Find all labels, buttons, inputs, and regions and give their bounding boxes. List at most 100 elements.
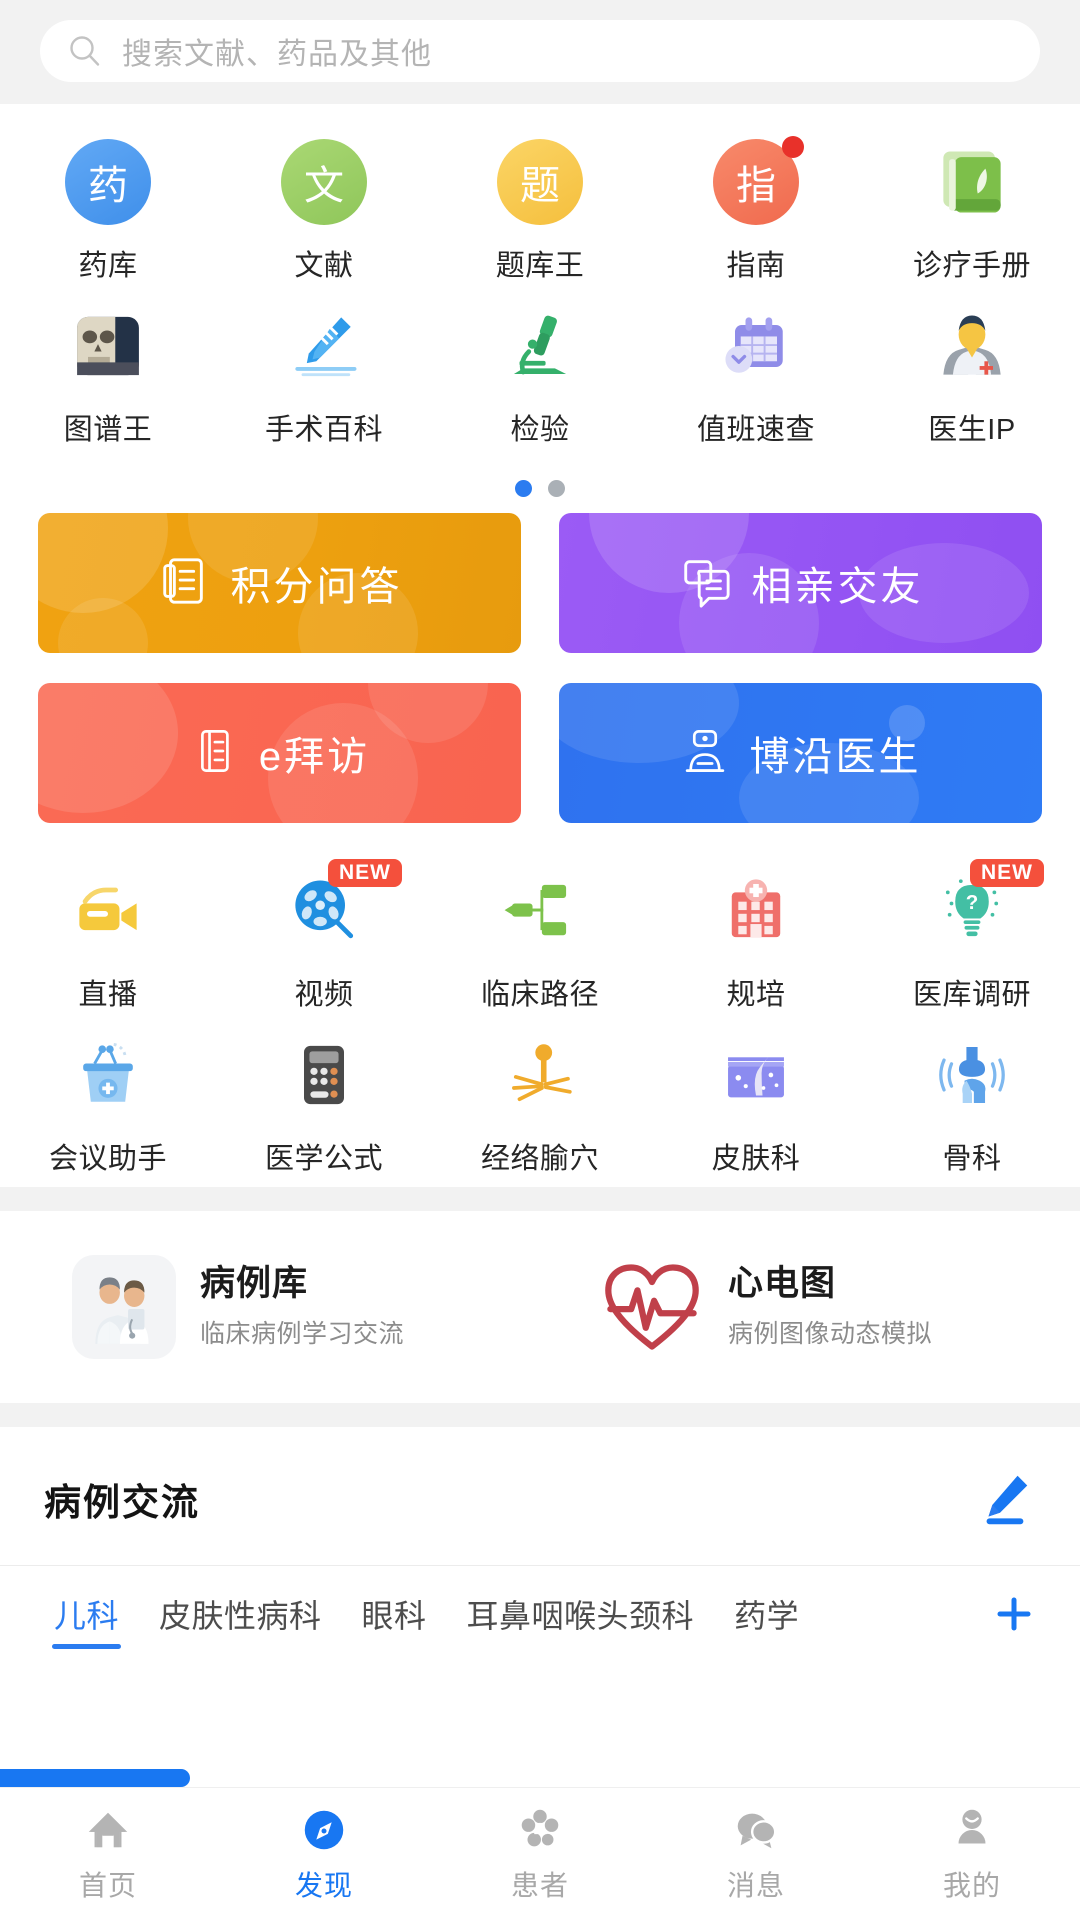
tabbar-label: 患者 bbox=[510, 1870, 569, 1901]
grid-item-label: 医学公式 bbox=[264, 1143, 383, 1175]
patients-icon bbox=[514, 1804, 566, 1856]
tab-ophthalmology[interactable]: 眼科 bbox=[342, 1566, 447, 1661]
tabbar-item-messages[interactable]: 消息 bbox=[648, 1804, 864, 1904]
microscope-icon bbox=[496, 302, 584, 390]
grid-item-meeting-assistant[interactable]: 会议助手 bbox=[0, 1023, 216, 1187]
grid-item-clinical-manual[interactable]: 诊疗手册 bbox=[864, 130, 1080, 294]
grid-item-label: 图谱王 bbox=[63, 414, 153, 446]
svg-text:?: ? bbox=[966, 891, 979, 914]
grid-item-label: 规培 bbox=[726, 979, 786, 1011]
grid-item-guidelines[interactable]: 指 指南 bbox=[648, 130, 864, 294]
section-divider-2 bbox=[0, 1403, 1080, 1427]
banner-label: 博沿医生 bbox=[749, 735, 922, 779]
tools-grid-row-1: 直播 NEW 视频 临床路径 规培 ? NEW 医库调研 bbox=[0, 859, 1080, 1023]
home-icon bbox=[82, 1804, 134, 1856]
grid-item-video[interactable]: NEW 视频 bbox=[216, 859, 432, 1023]
calculator-icon bbox=[280, 1031, 368, 1119]
tabbar-label: 我的 bbox=[942, 1870, 1001, 1901]
feature-subtitle: 病例图像动态模拟 bbox=[728, 1319, 933, 1348]
compass-icon bbox=[298, 1804, 350, 1856]
tab-ent-head-neck[interactable]: 耳鼻咽喉头颈科 bbox=[447, 1566, 715, 1661]
icon-glyph: 题 bbox=[520, 164, 560, 208]
message-icon bbox=[730, 1804, 782, 1856]
banner-points-qa[interactable]: 积分问答 bbox=[38, 513, 521, 653]
joint-bone-icon bbox=[928, 1031, 1016, 1119]
feature-text: 心电图 病例图像动态模拟 bbox=[728, 1264, 932, 1349]
tabbar-item-profile[interactable]: 我的 bbox=[864, 1804, 1080, 1904]
progress-fill bbox=[0, 1769, 190, 1787]
tabbar-item-home[interactable]: 首页 bbox=[0, 1804, 216, 1904]
grid-item-label: 经络腧穴 bbox=[480, 1143, 599, 1175]
chat-card-icon bbox=[678, 554, 732, 613]
circle-letter-icon: 药 bbox=[64, 138, 152, 226]
grid-item-label: 检验 bbox=[510, 414, 570, 446]
search-input[interactable]: 搜索文献、药品及其他 bbox=[40, 20, 1040, 82]
pencil-icon[interactable] bbox=[972, 1467, 1036, 1531]
tabbar-label: 首页 bbox=[78, 1870, 137, 1901]
skin-layer-icon bbox=[712, 1031, 800, 1119]
notification-dot-badge bbox=[782, 136, 804, 158]
grid-item-label: 直播 bbox=[78, 979, 138, 1011]
grid-item-medical-formula[interactable]: 医学公式 bbox=[216, 1023, 432, 1187]
search-bar-container: 搜索文献、药品及其他 bbox=[0, 0, 1080, 104]
grid-item-orthopedics[interactable]: 骨科 bbox=[864, 1023, 1080, 1187]
tools-grid-row-2: 会议助手 医学公式 经络腧穴 皮肤科 骨科 bbox=[0, 1023, 1080, 1187]
grid-item-acupoints[interactable]: 经络腧穴 bbox=[432, 1023, 648, 1187]
banner-matchmaking[interactable]: 相亲交友 bbox=[559, 513, 1042, 653]
grid-item-survey[interactable]: ? NEW 医库调研 bbox=[864, 859, 1080, 1023]
page-dot-2[interactable] bbox=[548, 480, 565, 497]
grid-item-clinical-pathway[interactable]: 临床路径 bbox=[432, 859, 648, 1023]
doctor-badge-icon bbox=[680, 726, 730, 781]
grid-item-surgery-encyclopedia[interactable]: 手术百科 bbox=[216, 294, 432, 458]
plus-icon[interactable] bbox=[992, 1592, 1050, 1636]
grid-item-residency-training[interactable]: 规培 bbox=[648, 859, 864, 1023]
feature-subtitle: 临床病例学习交流 bbox=[200, 1319, 405, 1348]
circle-letter-icon: 文 bbox=[280, 138, 368, 226]
banner-e-visit[interactable]: e拜访 bbox=[38, 683, 521, 823]
icon-glyph: 指 bbox=[736, 164, 776, 208]
icon-glyph: 药 bbox=[88, 164, 128, 208]
grid-item-duty-lookup[interactable]: 值班速查 bbox=[648, 294, 864, 458]
tabbar-item-discover[interactable]: 发现 bbox=[216, 1804, 432, 1904]
grid-item-dermatology[interactable]: 皮肤科 bbox=[648, 1023, 864, 1187]
feature-ecg[interactable]: 心电图 病例图像动态模拟 bbox=[540, 1255, 1080, 1359]
app-screen: 搜索文献、药品及其他 药 药库 文 文献 题 题库王 指 指南 诊疗手册 图谱王… bbox=[0, 0, 1080, 1920]
new-badge: NEW bbox=[970, 859, 1044, 887]
lightbulb-question-icon: ? NEW bbox=[928, 859, 1044, 955]
grid-item-question-bank[interactable]: 题 题库王 bbox=[432, 130, 648, 294]
case-exchange-header: 病例交流 bbox=[0, 1427, 1080, 1565]
banner-boyan-doctor[interactable]: 博沿医生 bbox=[559, 683, 1042, 823]
search-placeholder: 搜索文献、药品及其他 bbox=[122, 38, 432, 71]
icon-glyph: 文 bbox=[304, 164, 344, 208]
feature-title: 病例库 bbox=[200, 1264, 309, 1304]
grid-item-label: 皮肤科 bbox=[711, 1143, 801, 1175]
case-exchange-section: 病例交流 儿科 皮肤性病科 眼科 耳鼻咽喉头颈科 药学 bbox=[0, 1427, 1080, 1769]
flowchart-icon bbox=[496, 867, 584, 955]
grid-item-label: 骨科 bbox=[942, 1143, 1002, 1175]
grid-item-drug-library[interactable]: 药 药库 bbox=[0, 130, 216, 294]
grid-item-literature[interactable]: 文 文献 bbox=[216, 130, 432, 294]
grid-item-live[interactable]: 直播 bbox=[0, 859, 216, 1023]
carousel-page-indicator bbox=[0, 458, 1080, 513]
grid-item-doctor-ip[interactable]: 医生IP bbox=[864, 294, 1080, 458]
grid-item-lab-test[interactable]: 检验 bbox=[432, 294, 648, 458]
circle-letter-icon: 指 bbox=[712, 136, 804, 226]
tab-dermatology-std[interactable]: 皮肤性病科 bbox=[139, 1566, 342, 1661]
tabbar-item-patients[interactable]: 患者 bbox=[432, 1804, 648, 1904]
quick-grid-row-2: 图谱王 手术百科 检验 值班速查 医生IP bbox=[0, 294, 1080, 458]
grid-item-atlas-king[interactable]: 图谱王 bbox=[0, 294, 216, 458]
page-dot-1[interactable] bbox=[515, 480, 532, 497]
grid-item-label: 文献 bbox=[294, 250, 354, 282]
grid-item-label: 医生IP bbox=[928, 414, 1016, 446]
video-camera-icon bbox=[64, 867, 152, 955]
tab-pediatrics[interactable]: 儿科 bbox=[34, 1566, 139, 1661]
loading-progress-bar bbox=[0, 1769, 1080, 1787]
feature-case-library[interactable]: 病例库 临床病例学习交流 bbox=[0, 1255, 540, 1359]
circle-letter-icon: 题 bbox=[496, 138, 584, 226]
tools-grid: 直播 NEW 视频 临床路径 规培 ? NEW 医库调研 会议助手 医学公式 经… bbox=[0, 853, 1080, 1187]
promo-banner-grid: 积分问答 相亲交友 e拜访 博沿医生 bbox=[0, 513, 1080, 853]
search-icon bbox=[68, 34, 102, 68]
grid-item-label: 值班速查 bbox=[696, 414, 815, 446]
doctor-avatar-icon bbox=[928, 302, 1016, 390]
tab-pharmacy[interactable]: 药学 bbox=[714, 1566, 819, 1661]
